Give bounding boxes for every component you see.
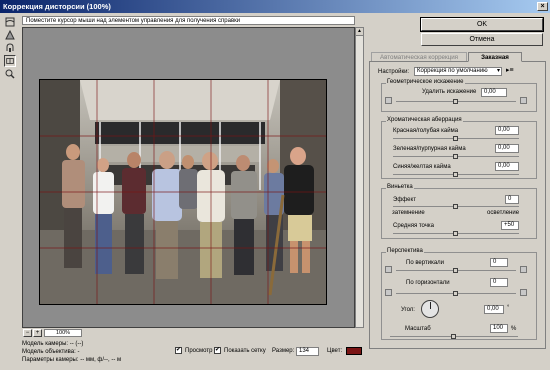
remove-distortion-thumb[interactable] bbox=[453, 99, 458, 104]
preview-image bbox=[39, 79, 327, 305]
red-cyan-slider[interactable] bbox=[393, 136, 519, 141]
barrel-icon bbox=[520, 97, 527, 104]
angle-label: Угол: bbox=[401, 307, 415, 313]
vertical-persp-left-icon bbox=[385, 266, 392, 273]
zoom-tool-icon[interactable] bbox=[4, 68, 16, 80]
camera-model-text: Модель камеры: -- (--) bbox=[22, 341, 84, 347]
camera-params-text: Параметры камеры: -- мм, ф/--, -- м bbox=[22, 357, 122, 363]
preview-checkbox[interactable]: ✔ Просмотр bbox=[175, 347, 212, 355]
scale-label: Масштаб bbox=[405, 326, 431, 332]
zoom-out-button[interactable]: − bbox=[23, 329, 32, 337]
vertical-slider[interactable] bbox=[396, 268, 516, 273]
tool-column bbox=[4, 16, 18, 81]
help-hint-field: Поместите курсор мыши над элементом упра… bbox=[22, 16, 355, 25]
scale-field[interactable]: 100 bbox=[490, 324, 508, 333]
hand-tool-icon[interactable] bbox=[4, 55, 16, 67]
angle-field[interactable]: 0,00 bbox=[484, 305, 504, 314]
green-magenta-label: Зеленая/пурпурная кайма bbox=[393, 146, 466, 152]
grid-color-label: Цвет: bbox=[327, 348, 343, 354]
move-grid-tool-icon[interactable] bbox=[4, 42, 16, 54]
chromatic-title: Хроматическая аберрация bbox=[386, 117, 463, 124]
chevron-down-icon: ▾ bbox=[496, 68, 500, 74]
settings-label: Настройки: bbox=[378, 69, 410, 75]
zoom-in-button[interactable]: + bbox=[33, 329, 42, 337]
green-magenta-thumb[interactable] bbox=[453, 154, 458, 159]
angle-unit: ° bbox=[507, 305, 510, 311]
remove-distortion-field[interactable]: 0,00 bbox=[481, 88, 507, 97]
horizontal-field[interactable]: 0 bbox=[490, 278, 508, 287]
preview-label: Просмотр bbox=[185, 348, 213, 355]
vignette-effect-label: Эффект bbox=[393, 197, 416, 203]
vignette-effect-slider[interactable] bbox=[393, 204, 519, 209]
canvas-vertical-scrollbar[interactable]: ▲ bbox=[355, 27, 364, 328]
vignette-title: Виньетка bbox=[386, 184, 414, 191]
tab-custom[interactable]: Заказная bbox=[468, 52, 522, 62]
remove-distortion-slider[interactable] bbox=[396, 99, 516, 104]
settings-select[interactable]: Коррекция по умолчанию ▾ bbox=[414, 67, 502, 76]
lens-model-text: Модель объектива: - bbox=[22, 349, 80, 355]
midpoint-label: Средняя точка bbox=[393, 223, 434, 229]
window-title: Коррекция дисторсии (100%) bbox=[3, 2, 111, 11]
vertical-thumb[interactable] bbox=[453, 268, 458, 273]
blue-yellow-label: Синяя/желтая кайма bbox=[393, 164, 451, 170]
vertical-persp-right-icon bbox=[520, 266, 527, 273]
show-grid-label: Показать сетку bbox=[224, 348, 266, 355]
geometric-title: Геометрическое искажение bbox=[386, 79, 465, 86]
red-cyan-thumb[interactable] bbox=[453, 136, 458, 141]
midpoint-field[interactable]: +50 bbox=[501, 221, 519, 230]
pincushion-icon bbox=[385, 97, 392, 104]
scale-slider[interactable] bbox=[390, 334, 518, 339]
zoom-level-field[interactable]: 100% bbox=[44, 329, 82, 337]
grid-size-label: Размер: bbox=[272, 348, 295, 354]
show-grid-checkbox[interactable]: ✔ Показать сетку bbox=[214, 347, 266, 355]
blue-yellow-slider[interactable] bbox=[393, 172, 519, 177]
lighten-label: осветление bbox=[487, 210, 520, 216]
preview-check-box[interactable]: ✔ bbox=[175, 347, 182, 354]
vignette-effect-field[interactable]: 0 bbox=[505, 195, 519, 204]
green-magenta-slider[interactable] bbox=[393, 154, 519, 159]
settings-select-value: Коррекция по умолчанию bbox=[417, 68, 488, 74]
ok-button[interactable]: OK bbox=[420, 17, 544, 32]
perspective-title: Перспектива bbox=[386, 248, 424, 255]
grid-check-box[interactable]: ✔ bbox=[214, 347, 221, 354]
zoom-bar: − + 100% bbox=[22, 329, 355, 337]
distortion-tool-icon[interactable] bbox=[4, 16, 16, 28]
grid-size-field[interactable]: 134 bbox=[296, 347, 319, 356]
grid-color-swatch[interactable] bbox=[346, 347, 362, 355]
preview-canvas[interactable] bbox=[22, 27, 355, 328]
vignette-effect-thumb[interactable] bbox=[453, 204, 458, 209]
scale-unit: % bbox=[511, 326, 517, 332]
blue-yellow-thumb[interactable] bbox=[453, 172, 458, 177]
close-icon[interactable]: × bbox=[537, 2, 548, 11]
horizontal-persp-left-icon bbox=[385, 289, 392, 296]
red-cyan-label: Красная/голубая кайма bbox=[393, 128, 459, 134]
scroll-up-icon[interactable]: ▲ bbox=[356, 28, 363, 36]
settings-menu-icon[interactable]: ▸≡ bbox=[506, 67, 514, 75]
darken-label: затемнение bbox=[392, 210, 425, 216]
scale-thumb[interactable] bbox=[451, 334, 456, 339]
horizontal-persp-right-icon bbox=[520, 289, 527, 296]
midpoint-thumb[interactable] bbox=[453, 231, 458, 236]
midpoint-slider[interactable] bbox=[393, 231, 519, 236]
green-magenta-field[interactable]: 0,00 bbox=[495, 144, 519, 153]
photo-scene bbox=[40, 80, 326, 304]
horizontal-thumb[interactable] bbox=[453, 291, 458, 296]
horizontal-label: По горизонтали bbox=[406, 280, 450, 286]
straighten-tool-icon[interactable] bbox=[4, 29, 16, 41]
angle-dial-icon[interactable] bbox=[421, 300, 439, 318]
cancel-button[interactable]: Отмена bbox=[421, 33, 543, 46]
red-cyan-field[interactable]: 0,00 bbox=[495, 126, 519, 135]
vertical-label: По вертикали bbox=[406, 260, 445, 266]
blue-yellow-field[interactable]: 0,00 bbox=[495, 162, 519, 171]
title-bar: Коррекция дисторсии (100%) × bbox=[0, 0, 550, 13]
horizontal-slider[interactable] bbox=[396, 291, 516, 296]
remove-distortion-label: Удалить искажение bbox=[422, 89, 477, 95]
vertical-field[interactable]: 0 bbox=[490, 258, 508, 267]
